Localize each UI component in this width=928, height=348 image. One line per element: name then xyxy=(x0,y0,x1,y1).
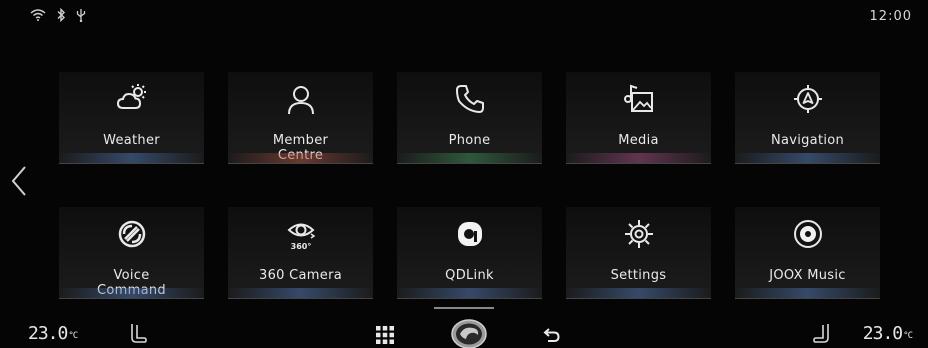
tile-voice-command[interactable]: Voice Command xyxy=(59,207,204,299)
tile-label: Settings xyxy=(610,268,667,283)
camera-360-badge: 360° xyxy=(290,242,311,251)
tile-joox-music[interactable]: JOOX Music xyxy=(735,207,880,299)
qdlink-icon xyxy=(453,217,487,251)
driver-seat-heat-icon[interactable] xyxy=(128,322,148,346)
tile-360-camera[interactable]: 360° 360 Camera xyxy=(228,207,373,299)
passenger-temp-unit: °C xyxy=(903,331,913,341)
passenger-temp-value: 23.0 xyxy=(862,323,903,344)
tile-label: Phone xyxy=(448,133,491,148)
tile-label: Weather xyxy=(103,133,160,148)
joox-music-icon xyxy=(791,217,825,251)
tile-label: Media xyxy=(618,133,659,148)
tile-media[interactable]: Media xyxy=(566,72,711,164)
app-grid: Weather Member Centre Phone Media Naviga xyxy=(59,72,880,299)
navigation-icon xyxy=(791,82,825,116)
tile-label: Navigation xyxy=(770,133,845,148)
tile-label: Member Centre xyxy=(272,133,329,163)
voice-command-icon xyxy=(115,217,149,251)
driver-temp-unit: °C xyxy=(68,331,78,341)
page-indicator xyxy=(434,307,494,309)
tile-settings[interactable]: Settings xyxy=(566,207,711,299)
tile-label: JOOX Music xyxy=(769,268,846,283)
clock: 12:00 xyxy=(869,9,912,24)
camera-360-icon: 360° xyxy=(284,217,318,251)
home-logo-icon[interactable] xyxy=(449,316,489,348)
apps-grid-icon[interactable] xyxy=(376,326,394,344)
tile-phone[interactable]: Phone xyxy=(397,72,542,164)
tile-label: Voice Command xyxy=(97,268,166,298)
tile-qdlink[interactable]: QDLink xyxy=(397,207,542,299)
home-screen: 12:00 Weather Member Centre Phone Media … xyxy=(0,0,928,348)
member-icon xyxy=(284,82,318,116)
return-arrow-icon[interactable] xyxy=(543,326,561,344)
tile-navigation[interactable]: Navigation xyxy=(735,72,880,164)
tile-label: QDLink xyxy=(445,268,494,283)
phone-icon xyxy=(453,82,487,116)
driver-temperature[interactable]: 23.0°C xyxy=(28,323,78,344)
usb-icon xyxy=(76,8,86,22)
wifi-icon xyxy=(30,9,46,21)
media-icon xyxy=(622,82,656,116)
driver-temp-value: 23.0 xyxy=(28,323,68,344)
passenger-temperature[interactable]: 23.0°C xyxy=(862,323,913,344)
weather-icon xyxy=(115,82,149,116)
chevron-left-icon[interactable] xyxy=(8,164,30,198)
settings-icon xyxy=(622,217,656,251)
passenger-seat-heat-icon[interactable] xyxy=(812,322,832,346)
tile-weather[interactable]: Weather xyxy=(59,72,204,164)
tile-member-centre[interactable]: Member Centre xyxy=(228,72,373,164)
bluetooth-icon xyxy=(56,8,66,22)
status-bar: 12:00 xyxy=(0,0,928,30)
tile-label: 360 Camera xyxy=(259,268,342,283)
